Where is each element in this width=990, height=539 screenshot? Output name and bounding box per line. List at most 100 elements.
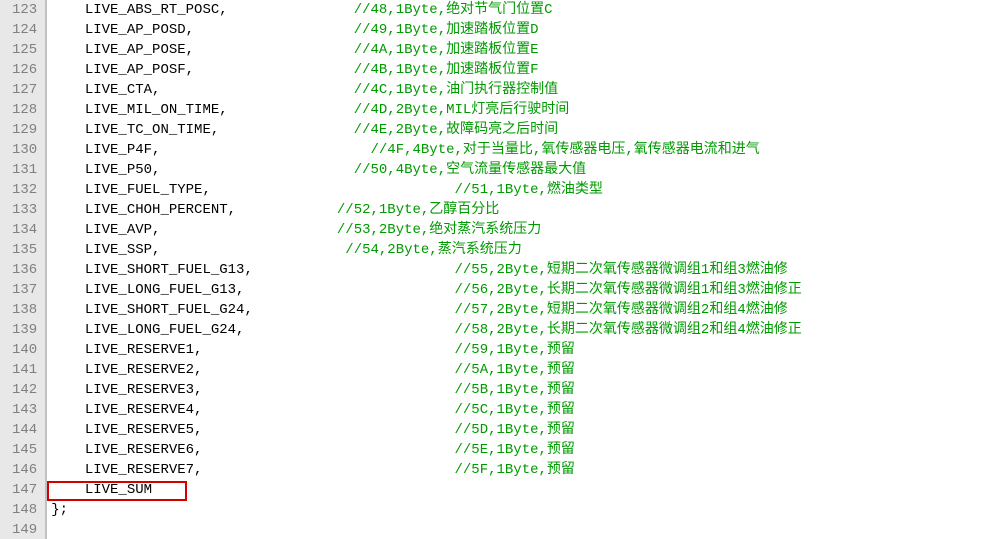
line-number: 129 [12,120,37,140]
line-number: 147 [12,480,37,500]
code-token: LIVE_P4F, [85,142,161,158]
line-number: 148 [12,500,37,520]
code-line[interactable]: LIVE_LONG_FUEL_G13, //56,2Byte,长期二次氧传感器微… [51,280,990,300]
code-line[interactable]: LIVE_AP_POSE, //4A,1Byte,加速踏板位置E [51,40,990,60]
code-line[interactable]: LIVE_MIL_ON_TIME, //4D,2Byte,MIL灯亮后行驶时间 [51,100,990,120]
code-token: LIVE_SUM [85,482,152,498]
line-number: 145 [12,440,37,460]
code-line[interactable]: LIVE_SHORT_FUEL_G24, //57,2Byte,短期二次氧传感器… [51,300,990,320]
code-token: LIVE_AP_POSE, [85,42,194,58]
line-number: 144 [12,420,37,440]
code-editor[interactable]: 1231241251261271281291301311321331341351… [0,0,990,539]
code-token: LIVE_RESERVE4, [85,402,203,418]
line-number: 141 [12,360,37,380]
code-line[interactable]: LIVE_RESERVE2, //5A,1Byte,预留 [51,360,990,380]
comment-token: //4B,1Byte,加速踏板位置F [354,62,539,78]
line-number: 133 [12,200,37,220]
code-line[interactable]: LIVE_LONG_FUEL_G24, //58,2Byte,长期二次氧传感器微… [51,320,990,340]
line-number: 123 [12,0,37,20]
line-number: 136 [12,260,37,280]
comment-token: //57,2Byte,短期二次氧传感器微调组2和组4燃油修 [455,302,788,318]
code-line[interactable]: LIVE_ABS_RT_POSC, //48,1Byte,绝对节气门位置C [51,0,990,20]
comment-token: //50,4Byte,空气流量传感器最大值 [354,162,586,178]
line-number: 132 [12,180,37,200]
comment-token: //48,1Byte,绝对节气门位置C [354,2,553,18]
comment-token: //53,2Byte,绝对蒸汽系统压力 [337,222,541,238]
code-token: LIVE_RESERVE6, [85,442,203,458]
comment-token: //5F,1Byte,预留 [455,462,575,478]
line-number: 139 [12,320,37,340]
line-number: 124 [12,20,37,40]
comment-token: //58,2Byte,长期二次氧传感器微调组2和组4燃油修正 [455,322,802,338]
code-token: LIVE_SHORT_FUEL_G24, [85,302,253,318]
line-number: 137 [12,280,37,300]
comment-token: //4D,2Byte,MIL灯亮后行驶时间 [354,102,570,118]
code-line[interactable]: LIVE_RESERVE1, //59,1Byte,预留 [51,340,990,360]
comment-token: //52,1Byte,乙醇百分比 [337,202,499,218]
comment-token: //4A,1Byte,加速踏板位置E [354,42,539,58]
comment-token: //59,1Byte,预留 [455,342,575,358]
code-line[interactable]: LIVE_AP_POSF, //4B,1Byte,加速踏板位置F [51,60,990,80]
code-line[interactable]: LIVE_FUEL_TYPE, //51,1Byte,燃油类型 [51,180,990,200]
code-token: LIVE_P50, [85,162,161,178]
code-token: LIVE_RESERVE1, [85,342,203,358]
line-number: 142 [12,380,37,400]
code-line[interactable]: LIVE_SSP, //54,2Byte,蒸汽系统压力 [51,240,990,260]
comment-token: //54,2Byte,蒸汽系统压力 [345,242,521,258]
comment-token: //55,2Byte,短期二次氧传感器微调组1和组3燃油修 [455,262,788,278]
code-token: LIVE_LONG_FUEL_G24, [85,322,245,338]
code-area[interactable]: LIVE_ABS_RT_POSC, //48,1Byte,绝对节气门位置C LI… [47,0,990,539]
comment-token: //51,1Byte,燃油类型 [455,182,603,198]
comment-token: //5B,1Byte,预留 [455,382,575,398]
code-line[interactable]: LIVE_AP_POSD, //49,1Byte,加速踏板位置D [51,20,990,40]
line-number-gutter: 1231241251261271281291301311321331341351… [0,0,45,539]
comment-token: //56,2Byte,长期二次氧传感器微调组1和组3燃油修正 [455,282,802,298]
line-number: 134 [12,220,37,240]
code-token: LIVE_FUEL_TYPE, [85,182,211,198]
code-token: LIVE_CHOH_PERCENT, [85,202,236,218]
code-line[interactable]: LIVE_TC_ON_TIME, //4E,2Byte,故障码亮之后时间 [51,120,990,140]
code-line[interactable]: LIVE_RESERVE4, //5C,1Byte,预留 [51,400,990,420]
code-token: LIVE_AP_POSF, [85,62,194,78]
comment-token: //4E,2Byte,故障码亮之后时间 [354,122,558,138]
code-token: LIVE_CTA, [85,82,161,98]
code-line[interactable]: LIVE_SHORT_FUEL_G13, //55,2Byte,短期二次氧传感器… [51,260,990,280]
code-token: }; [51,502,68,518]
code-line[interactable]: }; [51,500,990,520]
line-number: 125 [12,40,37,60]
line-number: 130 [12,140,37,160]
code-token: LIVE_RESERVE5, [85,422,203,438]
code-line[interactable]: LIVE_CHOH_PERCENT, //52,1Byte,乙醇百分比 [51,200,990,220]
code-line[interactable]: LIVE_RESERVE5, //5D,1Byte,预留 [51,420,990,440]
line-number: 146 [12,460,37,480]
comment-token: //4F,4Byte,对于当量比,氧传感器电压,氧传感器电流和进气 [371,142,760,158]
code-line[interactable]: LIVE_RESERVE6, //5E,1Byte,预留 [51,440,990,460]
code-line[interactable]: LIVE_RESERVE7, //5F,1Byte,预留 [51,460,990,480]
code-token: LIVE_AVP, [85,222,161,238]
line-number: 149 [12,520,37,539]
code-line[interactable]: LIVE_P50, //50,4Byte,空气流量传感器最大值 [51,160,990,180]
code-line[interactable]: LIVE_AVP, //53,2Byte,绝对蒸汽系统压力 [51,220,990,240]
comment-token: //5A,1Byte,预留 [455,362,575,378]
comment-token: //5D,1Byte,预留 [455,422,575,438]
line-number: 140 [12,340,37,360]
code-token: LIVE_RESERVE3, [85,382,203,398]
comment-token: //49,1Byte,加速踏板位置D [354,22,539,38]
code-token: LIVE_ABS_RT_POSC, [85,2,228,18]
line-number: 135 [12,240,37,260]
line-number: 126 [12,60,37,80]
code-line[interactable]: LIVE_RESERVE3, //5B,1Byte,预留 [51,380,990,400]
code-line[interactable] [51,520,990,539]
code-line[interactable]: LIVE_SUM [51,480,990,500]
line-number: 127 [12,80,37,100]
code-token: LIVE_SSP, [85,242,161,258]
comment-token: //5E,1Byte,预留 [455,442,575,458]
line-number: 143 [12,400,37,420]
comment-token: //5C,1Byte,预留 [455,402,575,418]
line-number: 138 [12,300,37,320]
code-line[interactable]: LIVE_P4F, //4F,4Byte,对于当量比,氧传感器电压,氧传感器电流… [51,140,990,160]
code-line[interactable]: LIVE_CTA, //4C,1Byte,油门执行器控制值 [51,80,990,100]
line-number: 128 [12,100,37,120]
code-token: LIVE_TC_ON_TIME, [85,122,219,138]
code-token: LIVE_MIL_ON_TIME, [85,102,228,118]
